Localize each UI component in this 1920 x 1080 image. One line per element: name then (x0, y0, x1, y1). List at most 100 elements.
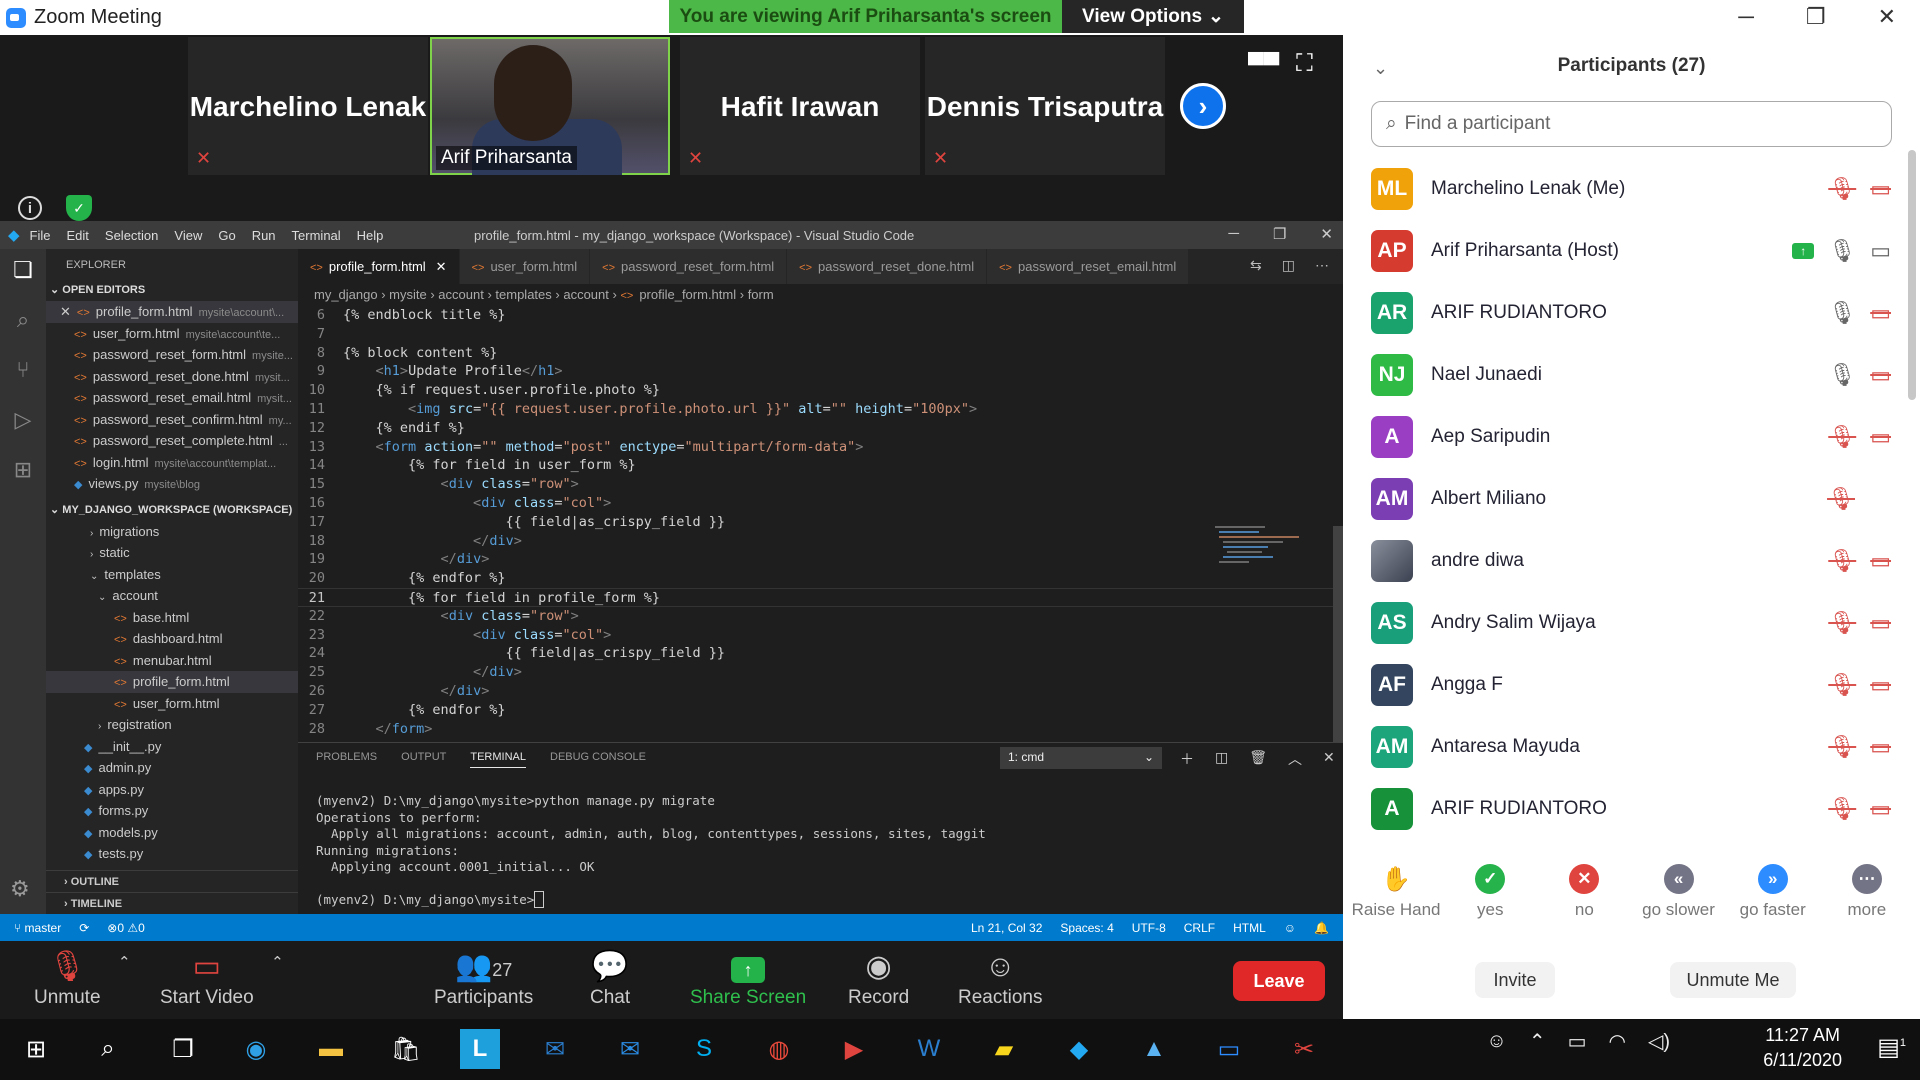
participant-row[interactable]: ML Marchelino Lenak (Me) 🎙 ▭ (1371, 158, 1891, 220)
breadcrumb-item[interactable]: mysite (389, 287, 427, 302)
app-l-icon[interactable]: L (460, 1029, 500, 1069)
trash-icon[interactable]: 🗑 (1249, 749, 1267, 769)
tree-file[interactable]: <> dashboard.html (46, 628, 298, 650)
more-actions-icon[interactable]: ⋯ (1315, 257, 1329, 274)
windows-start-icon[interactable]: ⊞ (16, 1029, 56, 1069)
chevron-up-icon[interactable]: ⌃ (271, 953, 284, 971)
minimap[interactable] (1215, 526, 1325, 586)
terminal-output[interactable]: (myenv2) D:\my_django\mysite>python mana… (316, 793, 986, 909)
participant-row[interactable]: AF Angga F 🎙 ▭ (1371, 654, 1891, 716)
fullscreen-icon[interactable]: ⛶ (1296, 50, 1313, 78)
view-options-button[interactable]: View Options ⌄ (1062, 0, 1244, 33)
menu-view[interactable]: View (174, 228, 202, 243)
timeline-section[interactable]: › TIMELINE (46, 892, 298, 914)
video-player-icon[interactable]: ▶ (834, 1029, 874, 1069)
find-participant-input[interactable]: ⌕ Find a participant (1371, 101, 1892, 147)
tree-file[interactable]: ◆ admin.py (46, 757, 298, 779)
menu-terminal[interactable]: Terminal (292, 228, 341, 243)
run-debug-icon[interactable]: ▷ (15, 407, 32, 433)
tab-output[interactable]: OUTPUT (401, 751, 446, 768)
tree-file[interactable]: ◆ models.py (46, 822, 298, 844)
minimize-icon[interactable]: ─ (1738, 4, 1754, 30)
extensions-icon[interactable]: ⊞ (14, 457, 32, 483)
vscode-taskbar-icon[interactable]: ◆ (1059, 1029, 1099, 1069)
cursor-position[interactable]: Ln 21, Col 32 (971, 921, 1042, 935)
mail-icon[interactable]: ✉ (610, 1029, 650, 1069)
editor-tab[interactable]: <> user_form.html (459, 249, 591, 284)
unmute-button[interactable]: 🎙 Unmute ⌃ (34, 947, 131, 1009)
people-icon[interactable]: ☺ (1486, 1030, 1506, 1053)
invite-button[interactable]: Invite (1475, 962, 1555, 998)
open-editor-item[interactable]: <> login.html mysite\account\templat... (46, 452, 298, 474)
participant-row[interactable]: A Aep Saripudin 🎙 ▭ (1371, 406, 1891, 468)
split-terminal-icon[interactable]: ◫ (1215, 749, 1228, 769)
indent-setting[interactable]: Spaces: 4 (1060, 921, 1113, 935)
editor-tab-active[interactable]: <> profile_form.html ✕ (298, 249, 460, 284)
split-editor-icon[interactable]: ◫ (1282, 257, 1295, 274)
start-video-button[interactable]: ▭ Start Video ⌃ (160, 947, 284, 1009)
outline-section[interactable]: › OUTLINE (46, 870, 298, 892)
raise-hand-button[interactable]: ✋ Raise Hand (1351, 864, 1441, 936)
restore-icon[interactable]: ❐ (1273, 225, 1286, 243)
editor-tab[interactable]: <> password_reset_done.html (787, 249, 988, 284)
source-control-icon[interactable]: ⑂ (16, 357, 29, 383)
chat-button[interactable]: 💬 Chat (590, 947, 630, 1009)
language-mode[interactable]: HTML (1233, 921, 1266, 935)
breadcrumb-item[interactable]: form (748, 287, 774, 302)
edge-browser-icon[interactable]: ◉ (236, 1029, 276, 1069)
battery-icon[interactable]: ▭ (1568, 1029, 1587, 1054)
task-view-icon[interactable]: ❐ (163, 1029, 203, 1069)
more-button[interactable]: ⋯ more (1822, 864, 1912, 936)
explorer-icon[interactable]: ❏ (13, 257, 33, 283)
snipping-tool-icon[interactable]: ✂ (1284, 1029, 1324, 1069)
chevron-up-icon[interactable]: ⌃ (1529, 1029, 1546, 1054)
open-editor-item[interactable]: <> password_reset_complete.html... (46, 430, 298, 452)
participant-row[interactable]: AR ARIF RUDIANTORO 🎙 ▭ (1371, 282, 1891, 344)
open-editor-item[interactable]: <> password_reset_confirm.html my... (46, 409, 298, 431)
participant-row[interactable]: AM Albert Miliano 🎙 (1371, 468, 1891, 530)
tree-file[interactable]: ◆ apps.py (46, 779, 298, 801)
chrome-icon[interactable]: ◍ (759, 1029, 799, 1069)
breadcrumb-item[interactable]: templates (495, 287, 551, 302)
breadcrumb-item[interactable]: profile_form.html (639, 287, 736, 302)
tree-folder[interactable]: › static (46, 542, 298, 564)
open-editor-item[interactable]: <> password_reset_email.html mysit... (46, 387, 298, 409)
info-icon[interactable]: i (18, 196, 42, 220)
close-icon[interactable]: ✕ (60, 304, 71, 319)
tree-file[interactable]: <> base.html (46, 607, 298, 629)
breadcrumb-item[interactable]: my_django (314, 287, 378, 302)
video-tile[interactable]: Dennis Trisaputra ✕ (925, 37, 1165, 175)
participant-row[interactable]: A ARIF RUDIANTORO 🎙 ▭ (1371, 778, 1891, 840)
open-editor-item[interactable]: <> password_reset_form.html mysite... (46, 344, 298, 366)
encoding[interactable]: UTF-8 (1132, 921, 1166, 935)
tab-terminal[interactable]: TERMINAL (470, 751, 526, 768)
clock[interactable]: 11:27 AM 6/11/2020 (1763, 1023, 1842, 1073)
record-button[interactable]: ◉ Record (848, 947, 909, 1009)
notification-center-icon[interactable]: ▤1 (1877, 1033, 1906, 1062)
line-ending[interactable]: CRLF (1184, 921, 1215, 935)
editor-tab[interactable]: <> password_reset_email.html (987, 249, 1190, 284)
zoom-taskbar-icon[interactable]: ▭ (1209, 1029, 1249, 1069)
menu-file[interactable]: File (30, 228, 51, 243)
tree-file[interactable]: <> menubar.html (46, 650, 298, 672)
tree-folder[interactable]: ⌄ account (46, 585, 298, 607)
maximize-panel-icon[interactable]: ︿ (1288, 749, 1302, 769)
participant-row[interactable]: AM Antaresa Mayuda 🎙 ▭ (1371, 716, 1891, 778)
breadcrumb-item[interactable]: account (563, 287, 609, 302)
add-terminal-icon[interactable]: ＋ (1180, 749, 1194, 769)
leave-button[interactable]: Leave (1233, 961, 1325, 1001)
tree-folder[interactable]: › migrations (46, 521, 298, 543)
tree-folder[interactable]: › registration (46, 714, 298, 736)
tree-file[interactable]: ◆ forms.py (46, 800, 298, 822)
participant-row[interactable]: AS Andry Salim Wijaya 🎙 ▭ (1371, 592, 1891, 654)
sync-icon[interactable]: ⟳ (79, 921, 89, 935)
live-share-icon[interactable]: ☺ (1284, 921, 1296, 935)
menu-go[interactable]: Go (218, 228, 235, 243)
reactions-button[interactable]: ☺ Reactions (958, 947, 1043, 1009)
go-faster-button[interactable]: » go faster (1728, 864, 1818, 936)
menu-edit[interactable]: Edit (67, 228, 89, 243)
yes-button[interactable]: ✓ yes (1445, 864, 1535, 936)
menu-help[interactable]: Help (357, 228, 384, 243)
next-page-arrow-icon[interactable]: › (1180, 83, 1226, 129)
tab-debug-console[interactable]: DEBUG CONSOLE (550, 751, 646, 768)
